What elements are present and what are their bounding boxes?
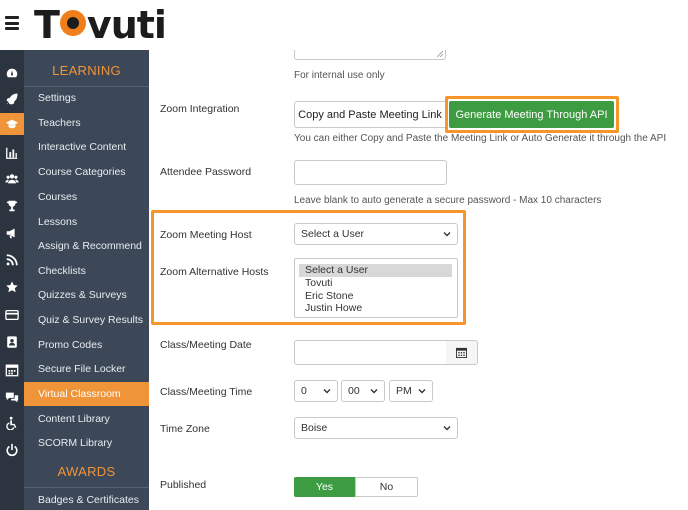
chevron-down-icon	[443, 232, 451, 237]
sidebar-item-badges-certificates[interactable]: Badges & Certificates	[24, 488, 149, 510]
meeting-date-label: Class/Meeting Date	[160, 339, 252, 351]
sidebar-item-promo-codes[interactable]: Promo Codes	[24, 333, 149, 357]
listbox-option[interactable]: Select a User	[299, 264, 452, 277]
meeting-hour-value: 0	[301, 385, 307, 397]
tovuti-logo[interactable]: Tvuti	[34, 4, 167, 46]
sidebar-item-quiz-survey-results[interactable]: Quiz & Survey Results	[24, 308, 149, 332]
sidebar-item-courses[interactable]: Courses	[24, 185, 149, 209]
attendee-password-help: Leave blank to auto generate a secure pa…	[294, 195, 602, 206]
calendar-icon[interactable]	[3, 361, 21, 379]
meeting-hour-select[interactable]: 0	[294, 380, 338, 402]
listbox-option[interactable]: Eric Stone	[299, 290, 452, 303]
published-yes-button[interactable]: Yes	[294, 477, 355, 497]
hamburger-menu-icon[interactable]	[5, 16, 19, 30]
attendee-password-label: Attendee Password	[160, 166, 252, 178]
accessibility-icon[interactable]	[3, 414, 21, 432]
sidebar-item-lessons[interactable]: Lessons	[24, 210, 149, 234]
graduation-cap-icon[interactable]	[0, 113, 24, 135]
date-picker-button[interactable]	[446, 340, 478, 365]
main-content: For internal use only Zoom Integration C…	[149, 50, 688, 510]
sidebar-item-interactive-content[interactable]: Interactive Content	[24, 135, 149, 159]
zoom-integration-label: Zoom Integration	[160, 103, 240, 115]
listbox-option[interactable]: Tovuti	[299, 277, 452, 290]
chevron-down-icon	[323, 389, 331, 394]
sidebar-item-quizzes-surveys[interactable]: Quizzes & Surveys	[24, 283, 149, 307]
meeting-minute-value: 00	[348, 385, 360, 397]
dashboard-icon[interactable]	[3, 64, 21, 82]
users-icon[interactable]	[3, 170, 21, 188]
internal-notes-textarea[interactable]	[294, 50, 446, 60]
zoom-meeting-host-select[interactable]: Select a User	[294, 223, 458, 245]
credit-card-icon[interactable]	[3, 306, 21, 324]
id-badge-icon[interactable]	[3, 333, 21, 351]
rss-icon[interactable]	[3, 251, 21, 269]
sidebar-item-content-library[interactable]: Content Library	[24, 407, 149, 431]
meeting-minute-select[interactable]: 00	[341, 380, 385, 402]
sidebar-item-settings[interactable]: Settings	[24, 86, 149, 110]
rocket-icon[interactable]	[3, 90, 21, 108]
bar-chart-icon[interactable]	[3, 144, 21, 162]
zoom-meeting-host-value: Select a User	[301, 228, 365, 240]
time-zone-value: Boise	[301, 422, 328, 434]
trophy-icon[interactable]	[3, 197, 21, 215]
meeting-ampm-value: PM	[396, 385, 412, 397]
meeting-ampm-select[interactable]: PM	[389, 380, 433, 402]
chevron-down-icon	[418, 389, 426, 394]
power-icon[interactable]	[3, 441, 21, 459]
internal-use-note: For internal use only	[294, 70, 385, 81]
sidebar: LEARNING Settings Teachers Interactive C…	[24, 50, 149, 510]
meeting-date-input[interactable]	[294, 340, 447, 365]
listbox-option[interactable]: Justin Howe	[299, 302, 452, 315]
sidebar-heading-learning: LEARNING	[52, 63, 121, 78]
meeting-time-label: Class/Meeting Time	[160, 386, 253, 398]
megaphone-icon[interactable]	[3, 224, 21, 242]
published-label: Published	[160, 479, 207, 491]
sidebar-item-assign-recommend[interactable]: Assign & Recommend	[24, 234, 149, 258]
top-bar: Tvuti	[0, 0, 688, 50]
published-no-button[interactable]: No	[355, 477, 418, 497]
sidebar-item-scorm-library[interactable]: SCORM Library	[24, 431, 149, 455]
icon-rail	[0, 50, 24, 510]
generate-meeting-api-button[interactable]: Generate Meeting Through API	[449, 101, 614, 128]
copy-paste-meeting-link-button[interactable]: Copy and Paste Meeting Link	[294, 101, 446, 128]
sidebar-item-course-categories[interactable]: Course Categories	[24, 160, 149, 184]
sidebar-heading-awards: AWARDS	[57, 464, 116, 479]
attendee-password-input[interactable]	[294, 160, 447, 185]
calendar-icon	[456, 347, 467, 358]
time-zone-label: Time Zone	[160, 423, 210, 435]
star-icon[interactable]	[3, 278, 21, 296]
chat-icon[interactable]	[3, 388, 21, 406]
logo-o-icon	[59, 10, 86, 36]
zoom-integration-help: You can either Copy and Paste the Meetin…	[294, 133, 667, 144]
sidebar-item-virtual-classroom[interactable]: Virtual Classroom	[24, 382, 149, 406]
resize-handle-icon[interactable]	[437, 51, 443, 57]
sidebar-item-checklists[interactable]: Checklists	[24, 259, 149, 283]
chevron-down-icon	[443, 426, 451, 431]
time-zone-select[interactable]: Boise	[294, 417, 458, 439]
chevron-down-icon	[370, 389, 378, 394]
zoom-alternative-hosts-label: Zoom Alternative Hosts	[160, 266, 269, 278]
sidebar-item-teachers[interactable]: Teachers	[24, 111, 149, 135]
sidebar-item-secure-file-locker[interactable]: Secure File Locker	[24, 357, 149, 381]
zoom-alternative-hosts-listbox[interactable]: Select a User Tovuti Eric Stone Justin H…	[294, 258, 458, 318]
zoom-meeting-host-label: Zoom Meeting Host	[160, 229, 252, 241]
